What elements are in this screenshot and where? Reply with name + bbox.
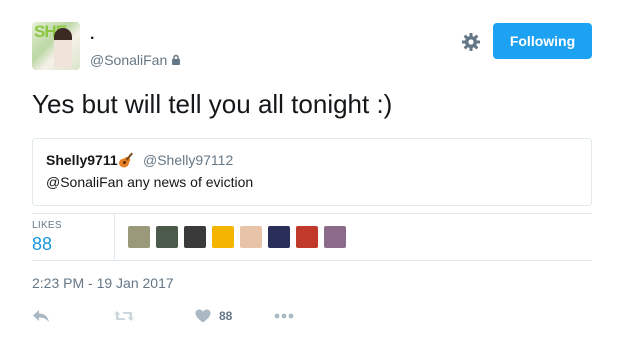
author-handle-row[interactable]: @SonaliFan — [90, 52, 181, 68]
author-display-name[interactable]: . — [90, 26, 94, 44]
tweet-text: Yes but will tell you all tonight :) — [32, 89, 393, 119]
quoted-author-handle: @Shelly97112 — [143, 152, 234, 168]
following-button[interactable]: Following — [493, 23, 592, 59]
likers-avatars — [128, 226, 346, 248]
liker-avatar[interactable] — [128, 226, 150, 248]
reply-button[interactable] — [32, 306, 50, 326]
liker-avatar[interactable] — [240, 226, 262, 248]
quoted-tweet-text: @SonaliFan any news of eviction — [46, 174, 254, 190]
retweet-icon — [114, 311, 134, 321]
stats-top-divider — [32, 213, 592, 214]
tweet-timestamp[interactable]: 2:23 PM - 19 Jan 2017 — [32, 275, 174, 291]
liker-avatar[interactable] — [184, 226, 206, 248]
more-icon — [274, 313, 294, 319]
liker-avatar[interactable] — [296, 226, 318, 248]
like-count: 88 — [219, 309, 233, 323]
reply-icon — [33, 310, 49, 322]
lock-icon — [172, 54, 181, 65]
liker-avatar[interactable] — [324, 226, 346, 248]
retweet-button[interactable] — [113, 306, 135, 326]
author-avatar[interactable]: SHE — [32, 22, 80, 70]
more-button[interactable] — [274, 306, 294, 326]
stats-vertical-divider — [114, 214, 115, 260]
liker-avatar[interactable] — [156, 226, 178, 248]
likes-label: LIKES — [32, 220, 62, 231]
likes-count[interactable]: 88 — [32, 234, 52, 255]
stats-bottom-divider — [32, 260, 592, 261]
author-handle: @SonaliFan — [90, 52, 168, 68]
quoted-tweet[interactable]: Shelly9711 @Shelly97112 @SonaliFan any n… — [32, 138, 592, 206]
heart-icon — [195, 309, 211, 323]
guitar-emoji-icon — [119, 152, 133, 168]
gear-icon[interactable] — [461, 32, 481, 52]
liker-avatar[interactable] — [212, 226, 234, 248]
liker-avatar[interactable] — [268, 226, 290, 248]
avatar-person — [54, 28, 72, 68]
like-button[interactable]: 88 — [195, 306, 232, 326]
quoted-author-name: Shelly9711 — [46, 152, 118, 168]
